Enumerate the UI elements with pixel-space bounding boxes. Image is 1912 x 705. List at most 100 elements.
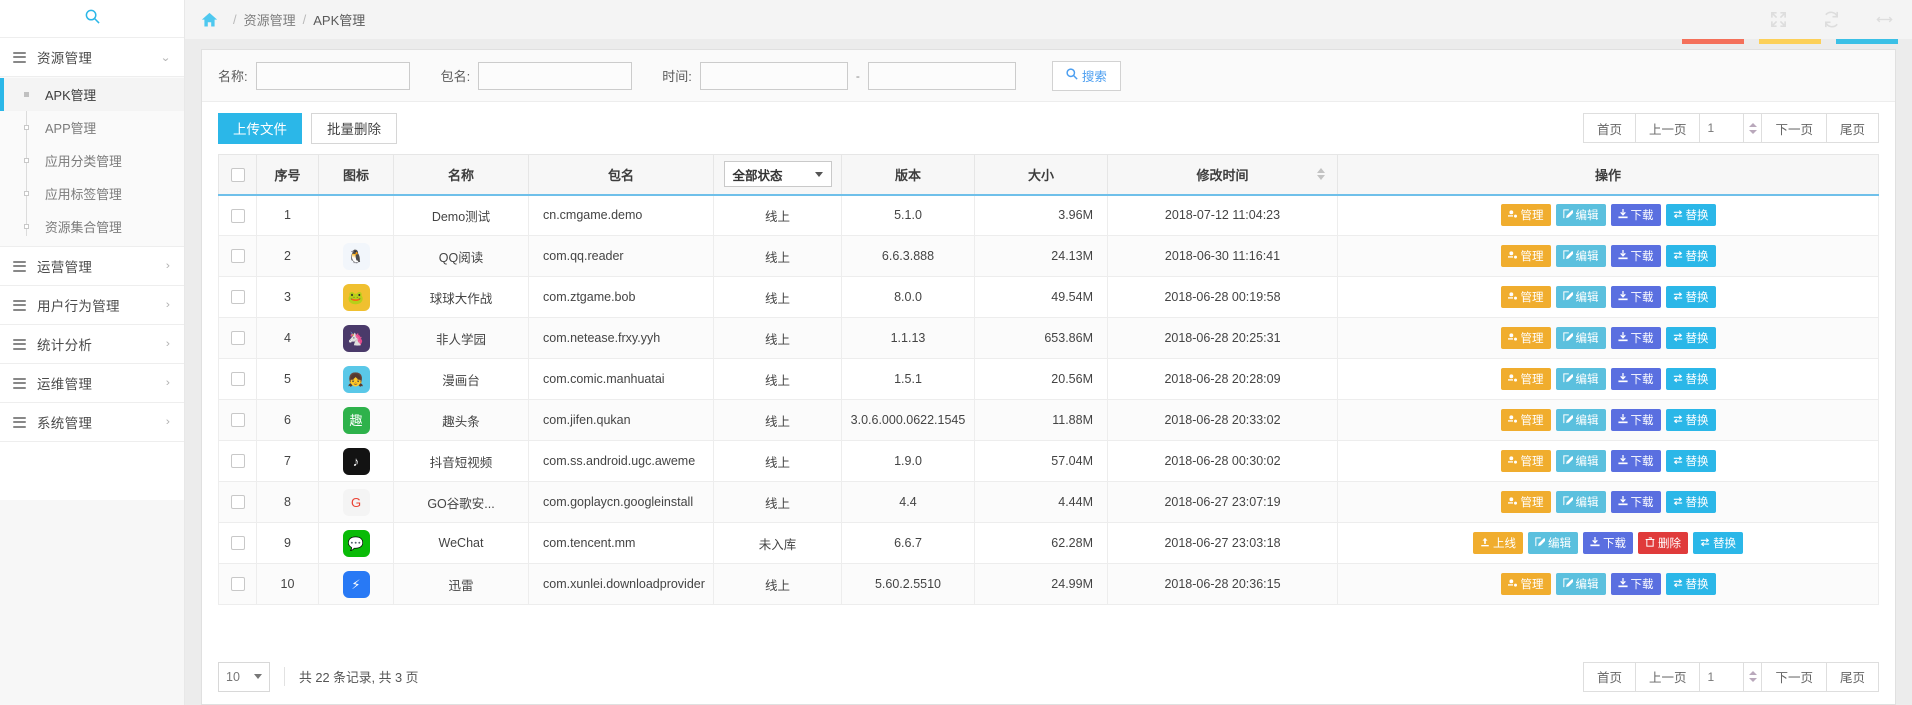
sidebar-item-资源集合管理[interactable]: 资源集合管理 bbox=[0, 210, 184, 243]
download-button[interactable]: 下载 bbox=[1611, 573, 1661, 595]
sidebar-group-header-0[interactable]: 资源管理⌄ bbox=[0, 38, 184, 77]
replace-button[interactable]: 替换 bbox=[1666, 409, 1716, 431]
download-label: 下载 bbox=[1631, 248, 1654, 264]
edit-button[interactable]: 编辑 bbox=[1556, 327, 1606, 349]
manage-button[interactable]: 管理 bbox=[1501, 286, 1551, 308]
manage-button[interactable]: 管理 bbox=[1501, 327, 1551, 349]
search-pkg-input[interactable] bbox=[478, 62, 632, 90]
replace-button[interactable]: 替换 bbox=[1666, 491, 1716, 513]
row-checkbox[interactable] bbox=[231, 209, 245, 223]
download-button[interactable]: 下载 bbox=[1583, 532, 1633, 554]
edit-button[interactable]: 编辑 bbox=[1556, 204, 1606, 226]
download-button[interactable]: 下载 bbox=[1611, 491, 1661, 513]
edit-button[interactable]: 编辑 bbox=[1556, 491, 1606, 513]
replace-button[interactable]: 替换 bbox=[1666, 573, 1716, 595]
manage-button[interactable]: 管理 bbox=[1501, 245, 1551, 267]
sidebar-group-header-1[interactable]: 运营管理› bbox=[0, 247, 184, 286]
pagination-prev-button[interactable]: 上一页 bbox=[1635, 662, 1700, 692]
row-checkbox[interactable] bbox=[231, 454, 245, 468]
row-checkbox[interactable] bbox=[231, 536, 245, 550]
edit-button[interactable]: 编辑 bbox=[1556, 368, 1606, 390]
row-checkbox[interactable] bbox=[231, 372, 245, 386]
download-button[interactable]: 下载 bbox=[1611, 204, 1661, 226]
pagination-first-button[interactable]: 首页 bbox=[1583, 662, 1635, 692]
row-checkbox[interactable] bbox=[231, 495, 245, 509]
edit-button[interactable]: 编辑 bbox=[1556, 409, 1606, 431]
download-label: 下载 bbox=[1631, 330, 1654, 346]
download-button[interactable]: 下载 bbox=[1611, 286, 1661, 308]
replace-button[interactable]: 替换 bbox=[1666, 368, 1716, 390]
pagination-page-input[interactable] bbox=[1699, 113, 1743, 143]
sidebar-item-应用分类管理[interactable]: 应用分类管理 bbox=[0, 144, 184, 177]
edit-button[interactable]: 编辑 bbox=[1556, 245, 1606, 267]
row-name: GO谷歌安... bbox=[394, 482, 529, 523]
sidebar-item-APP管理[interactable]: APP管理 bbox=[0, 111, 184, 144]
row-checkbox[interactable] bbox=[231, 413, 245, 427]
edit-button[interactable]: 编辑 bbox=[1528, 532, 1578, 554]
pagination-last-button[interactable]: 尾页 bbox=[1826, 662, 1879, 692]
row-checkbox[interactable] bbox=[231, 249, 245, 263]
replace-button[interactable]: 替换 bbox=[1666, 286, 1716, 308]
manage-button[interactable]: 管理 bbox=[1501, 204, 1551, 226]
page-size-select[interactable]: 10 bbox=[218, 662, 270, 692]
sort-icon[interactable] bbox=[1317, 168, 1325, 180]
row-checkbox[interactable] bbox=[231, 290, 245, 304]
breadcrumb-item-2[interactable]: APK管理 bbox=[313, 10, 365, 29]
batch-delete-button[interactable]: 批量删除 bbox=[311, 113, 397, 144]
pagination-spinner[interactable] bbox=[1743, 662, 1761, 692]
pagination-next-button[interactable]: 下一页 bbox=[1761, 662, 1826, 692]
online-button[interactable]: 上线 bbox=[1473, 532, 1523, 554]
download-icon bbox=[1618, 455, 1628, 468]
pagination-spinner[interactable] bbox=[1743, 113, 1761, 143]
search-name-input[interactable] bbox=[256, 62, 410, 90]
download-button[interactable]: 下载 bbox=[1611, 450, 1661, 472]
download-button[interactable]: 下载 bbox=[1611, 409, 1661, 431]
refresh-icon[interactable] bbox=[1822, 10, 1841, 29]
header-mtime[interactable]: 修改时间 bbox=[1108, 155, 1338, 195]
row-checkbox[interactable] bbox=[231, 577, 245, 591]
sidebar-item-APK管理[interactable]: APK管理 bbox=[0, 78, 184, 111]
pagination-page-input[interactable] bbox=[1699, 662, 1743, 692]
row-seq: 5 bbox=[257, 359, 319, 400]
replace-button[interactable]: 替换 bbox=[1666, 327, 1716, 349]
sidebar-group-1: 运营管理› bbox=[0, 247, 184, 286]
sidebar-search[interactable] bbox=[0, 0, 184, 38]
home-icon[interactable] bbox=[201, 12, 218, 28]
sidebar-group-header-4[interactable]: 运维管理› bbox=[0, 364, 184, 403]
edit-button[interactable]: 编辑 bbox=[1556, 286, 1606, 308]
select-all-checkbox[interactable] bbox=[231, 168, 245, 182]
manage-button[interactable]: 管理 bbox=[1501, 450, 1551, 472]
fullscreen-icon[interactable] bbox=[1769, 10, 1788, 29]
delete-button[interactable]: 删除 bbox=[1638, 532, 1688, 554]
search-button[interactable]: 搜索 bbox=[1052, 61, 1121, 91]
manage-button[interactable]: 管理 bbox=[1501, 409, 1551, 431]
pagination-last-button[interactable]: 尾页 bbox=[1826, 113, 1879, 143]
upload-file-button[interactable]: 上传文件 bbox=[218, 113, 302, 144]
edit-button[interactable]: 编辑 bbox=[1556, 450, 1606, 472]
download-button[interactable]: 下载 bbox=[1611, 368, 1661, 390]
manage-button[interactable]: 管理 bbox=[1501, 368, 1551, 390]
manage-button[interactable]: 管理 bbox=[1501, 491, 1551, 513]
arrows-horizontal-icon[interactable] bbox=[1875, 10, 1894, 29]
pagination-prev-button[interactable]: 上一页 bbox=[1635, 113, 1700, 143]
replace-button[interactable]: 替换 bbox=[1666, 245, 1716, 267]
pagination-first-button[interactable]: 首页 bbox=[1583, 113, 1635, 143]
search-time-start-input[interactable] bbox=[700, 62, 848, 90]
replace-button[interactable]: 替换 bbox=[1666, 204, 1716, 226]
pagination-next-button[interactable]: 下一页 bbox=[1761, 113, 1826, 143]
sidebar-group-header-2[interactable]: 用户行为管理› bbox=[0, 286, 184, 325]
row-status: 线上 bbox=[714, 400, 842, 441]
sidebar-group-header-3[interactable]: 统计分析› bbox=[0, 325, 184, 364]
sidebar-group-header-5[interactable]: 系统管理› bbox=[0, 403, 184, 442]
search-time-end-input[interactable] bbox=[868, 62, 1016, 90]
download-button[interactable]: 下载 bbox=[1611, 245, 1661, 267]
edit-button[interactable]: 编辑 bbox=[1556, 573, 1606, 595]
breadcrumb-item-1[interactable]: 资源管理 bbox=[244, 10, 296, 29]
replace-button[interactable]: 替换 bbox=[1666, 450, 1716, 472]
manage-button[interactable]: 管理 bbox=[1501, 573, 1551, 595]
sidebar-item-应用标签管理[interactable]: 应用标签管理 bbox=[0, 177, 184, 210]
replace-button[interactable]: 替换 bbox=[1693, 532, 1743, 554]
status-filter-select[interactable]: 全部状态 bbox=[724, 161, 832, 187]
row-checkbox[interactable] bbox=[231, 331, 245, 345]
download-button[interactable]: 下载 bbox=[1611, 327, 1661, 349]
